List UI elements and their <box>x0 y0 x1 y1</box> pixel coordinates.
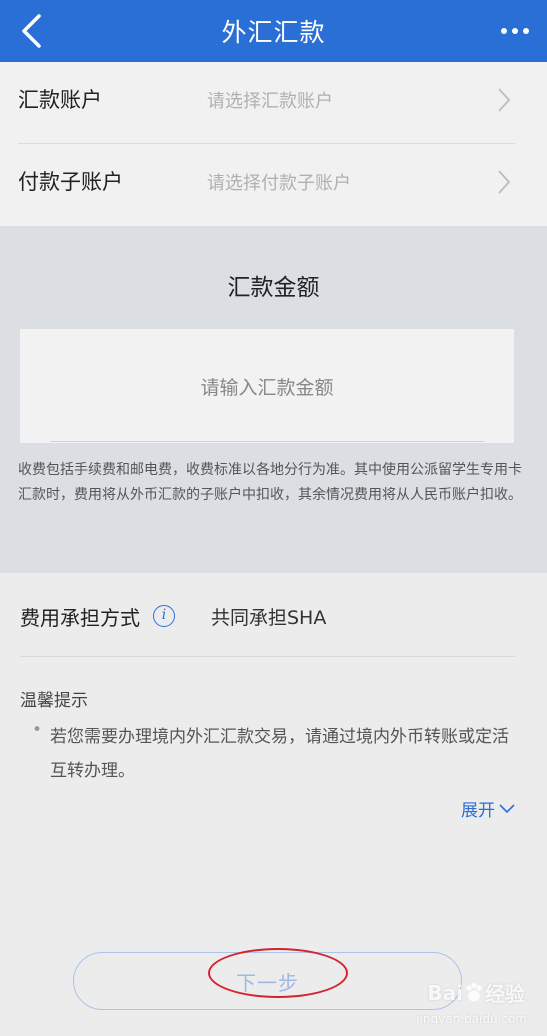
remit-account-row[interactable]: 汇款账户 请选择汇款账户 <box>0 62 547 144</box>
fee-bearing-value: 共同承担SHA <box>211 607 327 629</box>
page-title: 外汇汇款 <box>221 18 326 47</box>
app-header: 外汇汇款 <box>0 0 547 62</box>
remit-account-label: 汇款账户 <box>18 88 102 112</box>
chevron-left-icon <box>22 14 41 48</box>
amount-section: 汇款金额 请输入汇款金额 收费包括手续费和邮电费，收费标准以各地分行为准。其中使… <box>0 226 547 573</box>
chevron-right-icon <box>498 88 511 112</box>
row-divider <box>20 656 515 657</box>
amount-placeholder: 请输入汇款金额 <box>200 376 334 399</box>
account-selection: 汇款账户 请选择汇款账户 付款子账户 请选择付款子账户 <box>0 62 547 226</box>
expand-button[interactable]: 展开 <box>461 796 515 821</box>
back-button[interactable] <box>14 12 48 50</box>
tip-bullet: • <box>32 720 43 740</box>
tip-text: 若您需要办理境内外汇汇款交易，请通过境内外币转账或定活互转办理。 <box>50 727 509 781</box>
fee-bearing-label: 费用承担方式 <box>20 606 140 630</box>
amount-title: 汇款金额 <box>227 275 320 301</box>
fee-bearing-row[interactable]: 费用承担方式 i 共同承担SHA <box>0 573 547 657</box>
watermark-url: jingyan.baidu.com <box>416 1012 527 1026</box>
amount-underline <box>50 441 484 442</box>
pay-sub-account-row[interactable]: 付款子账户 请选择付款子账户 <box>0 144 547 226</box>
more-dots-icon[interactable] <box>495 14 535 48</box>
pay-sub-account-label: 付款子账户 <box>18 170 123 194</box>
info-icon[interactable]: i <box>153 605 175 627</box>
paw-icon <box>466 982 482 1001</box>
pay-sub-account-placeholder: 请选择付款子账户 <box>207 173 351 194</box>
fee-note: 收费包括手续费和邮电费，收费标准以各地分行为准。其中使用公派留学生专用卡汇款时，… <box>18 462 522 503</box>
watermark-logo: Bai 经验 <box>427 980 525 1007</box>
chevron-down-icon <box>499 803 515 813</box>
chevron-right-icon <box>498 170 511 194</box>
annotation-circle <box>208 948 348 998</box>
tips-title: 温馨提示 <box>20 691 88 711</box>
amount-input[interactable]: 请输入汇款金额 <box>20 329 514 443</box>
remit-account-placeholder: 请选择汇款账户 <box>207 91 333 112</box>
expand-label: 展开 <box>461 801 495 821</box>
